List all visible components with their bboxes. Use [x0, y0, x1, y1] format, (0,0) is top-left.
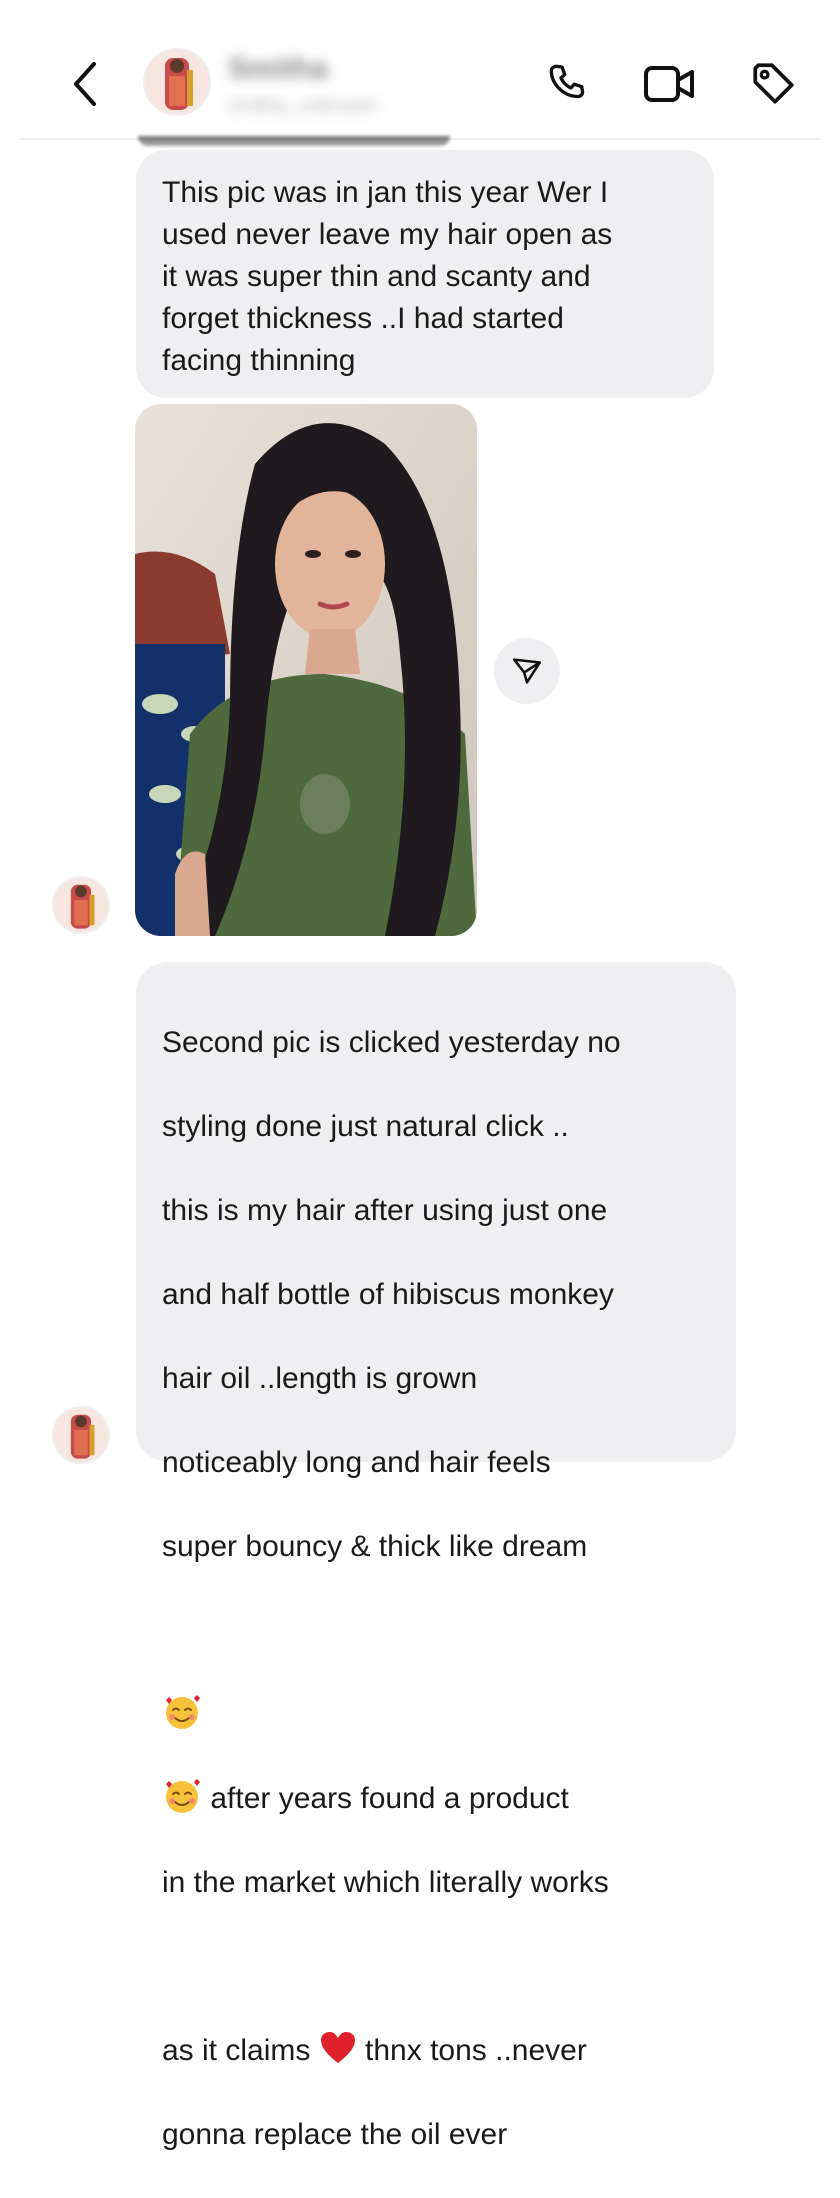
message-line: in the market which literally works — [162, 1866, 609, 1899]
message-bubble-long[interactable]: Second pic is clicked yesterday no styli… — [136, 962, 736, 2151]
contact-info[interactable]: Smitha smitha_unknown — [228, 50, 448, 120]
sender-avatar[interactable] — [52, 1406, 110, 1464]
label-button[interactable] — [746, 56, 802, 112]
smiling-hearts-emoji-icon — [162, 1652, 202, 1729]
send-icon — [512, 658, 542, 684]
video-camera-icon — [644, 66, 694, 102]
message-line: after years found a product — [162, 1610, 710, 1820]
message-photo[interactable] — [135, 404, 477, 936]
message-bubble[interactable]: This pic was in jan this year Wer I used… — [136, 150, 714, 398]
contact-handle: smitha_unknown — [228, 95, 379, 117]
contact-name: Smitha — [228, 52, 329, 85]
share-photo-button[interactable] — [494, 638, 560, 704]
previous-photo-edge[interactable] — [138, 136, 450, 146]
message-line: super bouncy & thick like dream — [162, 1530, 588, 1563]
message-line: hair oil ..length is grown — [162, 1362, 478, 1395]
sender-avatar[interactable] — [52, 876, 110, 934]
message-line: Second pic is clicked yesterday no — [162, 1026, 621, 1059]
message-line: styling done just natural click .. — [162, 1110, 569, 1143]
video-call-button[interactable] — [642, 56, 698, 112]
phone-icon — [549, 64, 585, 99]
message-line: gonna replace the oil ever — [162, 2118, 508, 2151]
red-heart-emoji-icon — [319, 1988, 357, 2063]
tag-icon — [753, 63, 794, 104]
message-line: noticeably long and hair feels — [162, 1446, 551, 1479]
contact-avatar[interactable] — [143, 48, 211, 116]
smiling-hearts-emoji-icon — [162, 1736, 202, 1813]
back-button[interactable] — [60, 56, 110, 112]
message-line: this is my hair after using just one — [162, 1194, 608, 1227]
message-line-text: thnx tons ..never — [356, 2034, 587, 2067]
chevron-left-icon — [74, 62, 96, 106]
message-line: as it claims thnx tons ..never — [162, 1946, 710, 2072]
chat-header: Smitha smitha_unknown — [0, 0, 840, 140]
message-line-text: as it claims — [162, 2034, 319, 2067]
message-line-text: after years found a product — [202, 1782, 569, 1815]
voice-call-button[interactable] — [540, 56, 596, 112]
photo-image — [135, 404, 477, 936]
message-line: and half bottle of hibiscus monkey — [162, 1278, 614, 1311]
